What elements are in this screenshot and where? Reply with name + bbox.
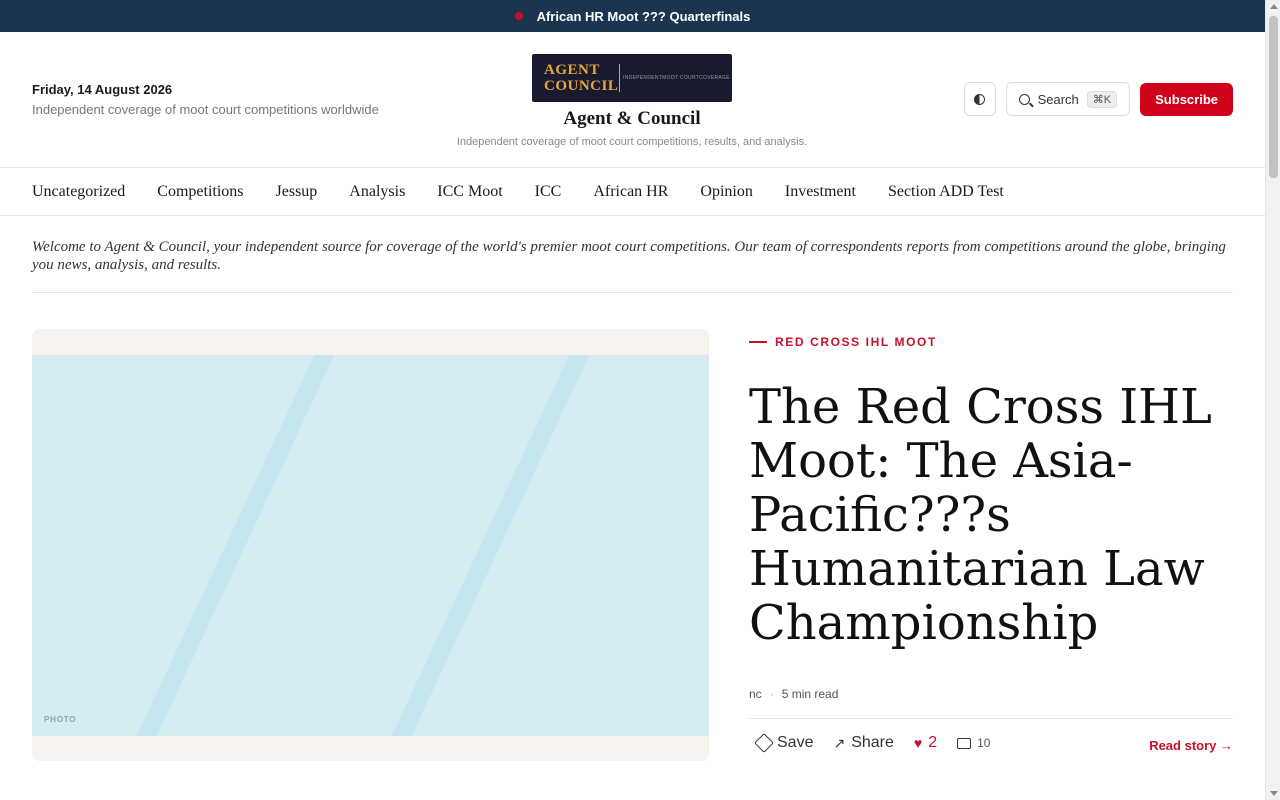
nav-item-icc-moot[interactable]: ICC Moot bbox=[437, 183, 502, 201]
brand: AGENT COUNCIL INDEPENDENTMOOT COURTCOVERA… bbox=[432, 54, 832, 148]
nav-item-competitions[interactable]: Competitions bbox=[157, 183, 243, 201]
article-actions: Save ↗ Share ♥ 2 10 bbox=[754, 733, 990, 753]
search-button[interactable]: Search ⌘K bbox=[1005, 82, 1131, 116]
article-read-time: 5 min read bbox=[781, 687, 839, 701]
search-shortcut: ⌘K bbox=[1086, 90, 1118, 108]
nav-item-icc[interactable]: ICC bbox=[535, 183, 562, 201]
nav-item-section-add-test[interactable]: Section ADD Test bbox=[888, 183, 1004, 201]
logo-divider bbox=[619, 64, 620, 92]
ticker-text[interactable]: African HR Moot ??? Quarterfinals bbox=[537, 9, 751, 24]
theme-toggle-button[interactable] bbox=[963, 82, 996, 116]
share-button[interactable]: ↗ Share bbox=[833, 734, 893, 752]
nav-item-uncategorized[interactable]: Uncategorized bbox=[32, 183, 125, 201]
site-logo[interactable]: AGENT COUNCIL INDEPENDENTMOOT COURTCOVERA… bbox=[532, 54, 732, 102]
scroll-down-arrow-icon[interactable] bbox=[1270, 791, 1278, 796]
site-tagline: Independent coverage of moot court compe… bbox=[456, 136, 808, 148]
article-kicker[interactable]: RED CROSS IHL MOOT bbox=[749, 335, 937, 349]
nav-item-analysis[interactable]: Analysis bbox=[349, 183, 405, 201]
share-label: Share bbox=[851, 734, 894, 751]
read-story-link[interactable]: Read story → bbox=[1149, 738, 1233, 753]
subscribe-button[interactable]: Subscribe bbox=[1140, 82, 1233, 116]
nav-item-opinion[interactable]: Opinion bbox=[700, 183, 752, 201]
live-dot-icon bbox=[514, 12, 523, 20]
tag-icon bbox=[754, 733, 774, 753]
divider bbox=[32, 292, 1233, 293]
header-tagline: Independent coverage of moot court compe… bbox=[32, 102, 379, 117]
search-label: Search bbox=[1037, 91, 1079, 107]
theme-toggle-icon bbox=[974, 93, 986, 105]
section-nav: Uncategorized Competitions Jessup Analys… bbox=[0, 167, 1265, 216]
site-name[interactable]: Agent & Council bbox=[432, 108, 832, 130]
share-arrow-icon: ↗ bbox=[833, 734, 846, 751]
save-label: Save bbox=[777, 734, 814, 751]
photo-stripe bbox=[96, 355, 366, 736]
article-headline[interactable]: The Red Cross IHL Moot: The Asia-Pacific… bbox=[749, 380, 1229, 650]
like-button[interactable]: ♥ 2 bbox=[914, 734, 937, 752]
photo-label: PHOTO bbox=[44, 715, 77, 724]
nav-item-african-hr[interactable]: African HR bbox=[593, 183, 668, 201]
kicker-line bbox=[749, 341, 767, 343]
feature-image[interactable]: PHOTO bbox=[32, 329, 709, 761]
header-left: Friday, 14 August 2026 Independent cover… bbox=[32, 82, 379, 117]
article-author[interactable]: nc bbox=[749, 687, 762, 701]
save-button[interactable]: Save bbox=[754, 733, 814, 753]
kicker-text: RED CROSS IHL MOOT bbox=[775, 335, 937, 349]
logo-wordmark: AGENT COUNCIL bbox=[544, 62, 619, 94]
search-icon bbox=[1018, 93, 1030, 105]
breaking-ticker[interactable]: African HR Moot ??? Quarterfinals bbox=[0, 0, 1265, 32]
comment-icon bbox=[957, 737, 972, 749]
current-date: Friday, 14 August 2026 bbox=[32, 82, 173, 97]
divider bbox=[749, 718, 1233, 719]
heart-icon: ♥ bbox=[913, 735, 923, 751]
photo-stripe bbox=[351, 355, 621, 736]
nav-item-investment[interactable]: Investment bbox=[785, 183, 856, 201]
photo-placeholder: PHOTO bbox=[32, 355, 709, 736]
nav-item-jessup[interactable]: Jessup bbox=[276, 183, 318, 201]
scroll-up-arrow-icon[interactable] bbox=[1270, 4, 1278, 9]
comment-count: 10 bbox=[977, 736, 991, 750]
like-count: 2 bbox=[928, 734, 938, 751]
page-scrollbar[interactable] bbox=[1265, 0, 1280, 800]
article-meta: nc · 5 min read bbox=[749, 687, 838, 701]
header-actions: Search ⌘K Subscribe bbox=[963, 82, 1233, 116]
comments-button[interactable]: 10 bbox=[957, 736, 990, 750]
logo-subtext: INDEPENDENTMOOT COURTCOVERAGE bbox=[623, 75, 730, 81]
scrollbar-thumb[interactable] bbox=[1269, 16, 1278, 178]
meta-separator: · bbox=[769, 687, 774, 701]
welcome-message: Welcome to Agent & Council, your indepen… bbox=[32, 239, 1226, 273]
